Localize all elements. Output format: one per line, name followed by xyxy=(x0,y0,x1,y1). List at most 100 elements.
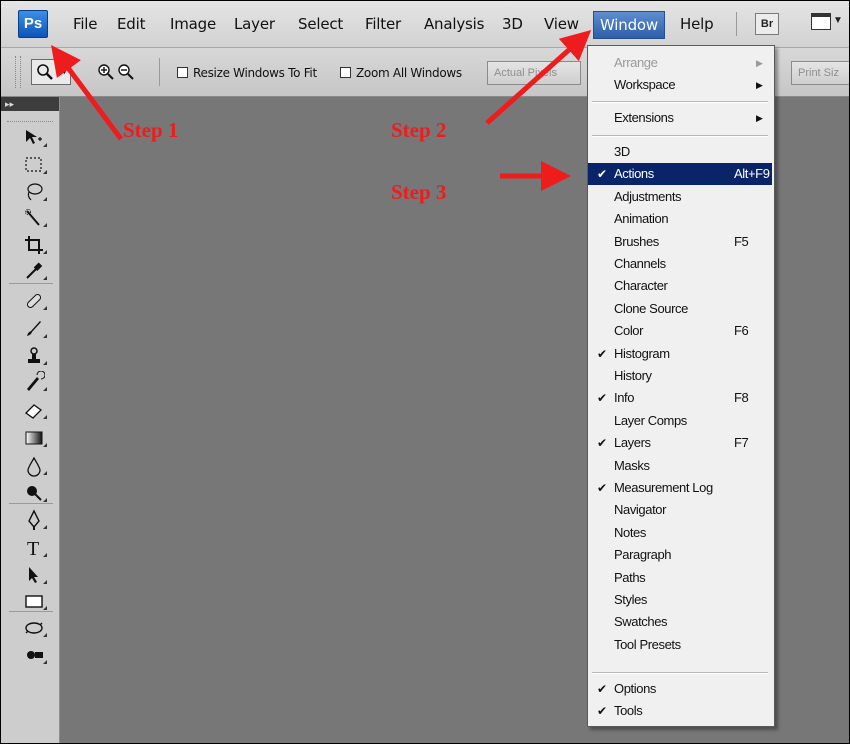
menu-item-paragraph[interactable]: Paragraph xyxy=(588,544,772,566)
menu-item-tools[interactable]: ✔ Tools xyxy=(588,700,772,722)
resize-windows-label: Resize Windows To Fit xyxy=(193,66,317,80)
menu-file[interactable]: File xyxy=(73,14,98,34)
quick-selection-tool-icon[interactable] xyxy=(23,207,49,229)
menu-item-label: Character xyxy=(614,278,668,294)
actual-pixels-button[interactable]: Actual Pixels xyxy=(487,61,581,85)
menu-item-label: Brushes xyxy=(614,233,659,249)
menu-item-actions[interactable]: ✔ Actions Alt+F9 xyxy=(588,163,772,186)
healing-brush-tool-icon[interactable] xyxy=(23,290,49,312)
menu-item-label: Animation xyxy=(614,211,669,227)
menu-item-paths[interactable]: Paths xyxy=(588,567,772,589)
menu-3d[interactable]: 3D xyxy=(502,14,523,34)
menu-item-info[interactable]: ✔ Info F8 xyxy=(588,387,772,409)
screen-mode-icon[interactable] xyxy=(809,11,833,33)
menu-item-options[interactable]: ✔ Options xyxy=(588,678,772,700)
type-tool-icon[interactable]: T xyxy=(23,537,49,560)
shape-tool-icon[interactable] xyxy=(23,590,49,612)
menu-item-3d[interactable]: 3D xyxy=(588,141,772,163)
menu-help[interactable]: Help xyxy=(680,14,714,34)
tool-preset-picker[interactable]: ▼ xyxy=(31,59,71,85)
crop-tool-icon[interactable] xyxy=(23,234,49,256)
menu-item-masks[interactable]: Masks xyxy=(588,455,772,477)
print-size-button[interactable]: Print Siz xyxy=(791,61,849,85)
menu-item-measurement-log[interactable]: ✔ Measurement Log xyxy=(588,477,772,499)
menu-item-clone-source[interactable]: Clone Source xyxy=(588,298,772,320)
menu-analysis[interactable]: Analysis xyxy=(424,14,484,34)
checkmark-icon: ✔ xyxy=(597,704,607,719)
bridge-button[interactable]: Br xyxy=(755,13,779,35)
menu-item-navigator[interactable]: Navigator xyxy=(588,499,772,521)
move-tool-icon[interactable] xyxy=(23,127,49,149)
zoom-out-icon[interactable] xyxy=(117,63,135,81)
menu-select[interactable]: Select xyxy=(298,14,343,34)
menu-item-label: Notes xyxy=(614,524,646,540)
options-bar-grip[interactable] xyxy=(15,56,21,88)
menu-item-label: Color xyxy=(614,323,644,339)
tools-panel-grip[interactable] xyxy=(7,113,53,122)
menu-item-channels[interactable]: Channels xyxy=(588,253,772,275)
step-3-label: Step 3 xyxy=(391,180,447,204)
gradient-tool-icon[interactable] xyxy=(23,427,49,449)
menu-item-styles[interactable]: Styles xyxy=(588,589,772,611)
tools-divider xyxy=(9,611,53,612)
menu-item-extensions[interactable]: Extensions ▶ xyxy=(588,107,772,129)
menu-item-label: Arrange xyxy=(614,55,658,70)
photoshop-logo[interactable]: Ps xyxy=(18,10,48,38)
menu-filter[interactable]: Filter xyxy=(365,14,401,34)
menu-edit[interactable]: Edit xyxy=(117,14,145,34)
zoom-in-icon[interactable] xyxy=(97,63,115,81)
menu-image[interactable]: Image xyxy=(170,14,216,34)
menu-item-shortcut: F8 xyxy=(734,390,749,406)
submenu-arrow-icon: ▶ xyxy=(756,113,763,123)
menu-item-brushes[interactable]: Brushes F5 xyxy=(588,231,772,253)
menu-item-character[interactable]: Character xyxy=(588,275,772,297)
step-1-label: Step 1 xyxy=(123,118,179,142)
menu-item-label: Options xyxy=(614,681,657,696)
menu-item-shortcut: F6 xyxy=(734,323,749,339)
menu-item-history[interactable]: History xyxy=(588,365,772,387)
resize-windows-checkbox[interactable]: Resize Windows To Fit xyxy=(177,66,317,80)
menu-item-histogram[interactable]: ✔ Histogram xyxy=(588,343,772,365)
3d-rotate-tool-icon[interactable] xyxy=(23,617,49,639)
menu-separator xyxy=(592,101,768,103)
menu-item-label: Masks xyxy=(614,457,650,473)
zoom-all-windows-checkbox[interactable]: Zoom All Windows xyxy=(340,66,462,80)
menu-window[interactable]: Window xyxy=(593,11,665,39)
tools-divider xyxy=(9,503,53,504)
blur-tool-icon[interactable] xyxy=(23,455,49,477)
menu-item-layer-comps[interactable]: Layer Comps xyxy=(588,410,772,432)
brush-tool-icon[interactable] xyxy=(23,318,49,340)
menu-item-notes[interactable]: Notes xyxy=(588,522,772,544)
window-menu-dropdown: Arrange ▶ Workspace ▶ Extensions ▶ 3D ✔ Actions A… xyxy=(587,45,775,727)
menu-item-label: 3D xyxy=(614,144,630,159)
menu-item-color[interactable]: Color F6 xyxy=(588,320,772,342)
lasso-tool-icon[interactable] xyxy=(23,181,49,203)
menu-item-shortcut: F7 xyxy=(734,435,749,451)
eraser-tool-icon[interactable] xyxy=(23,399,49,421)
marquee-tool-icon[interactable] xyxy=(23,154,49,176)
menu-item-workspace[interactable]: Workspace ▶ xyxy=(588,74,772,96)
menu-item-tool-presets[interactable]: Tool Presets xyxy=(588,634,772,656)
eyedropper-tool-icon[interactable] xyxy=(23,260,49,282)
step-2-label: Step 2 xyxy=(391,118,447,142)
tools-panel-expand-icon[interactable]: ▸▸ xyxy=(1,97,59,111)
menu-view[interactable]: View xyxy=(544,14,579,34)
menu-item-label: Layer Comps xyxy=(614,412,687,428)
menu-item-layers[interactable]: ✔ Layers F7 xyxy=(588,432,772,454)
history-brush-tool-icon[interactable] xyxy=(23,370,49,393)
menu-item-label: Measurement Log xyxy=(614,480,713,495)
menu-item-swatches[interactable]: Swatches xyxy=(588,611,772,633)
path-selection-tool-icon[interactable] xyxy=(23,564,49,586)
screen-mode-dropdown-icon[interactable]: ▼ xyxy=(833,15,843,26)
checkmark-icon: ✔ xyxy=(597,436,607,451)
checkmark-icon: ✔ xyxy=(597,682,607,696)
menu-item-adjustments[interactable]: Adjustments xyxy=(588,186,772,208)
menu-separator xyxy=(592,135,768,137)
3d-camera-tool-icon[interactable] xyxy=(23,644,49,666)
menu-item-animation[interactable]: Animation xyxy=(588,208,772,230)
menu-item-label: Tools xyxy=(614,703,643,719)
pen-tool-icon[interactable] xyxy=(23,509,49,531)
menu-layer[interactable]: Layer xyxy=(234,14,275,34)
dodge-tool-icon[interactable] xyxy=(23,482,49,504)
clone-stamp-tool-icon[interactable] xyxy=(23,345,49,367)
